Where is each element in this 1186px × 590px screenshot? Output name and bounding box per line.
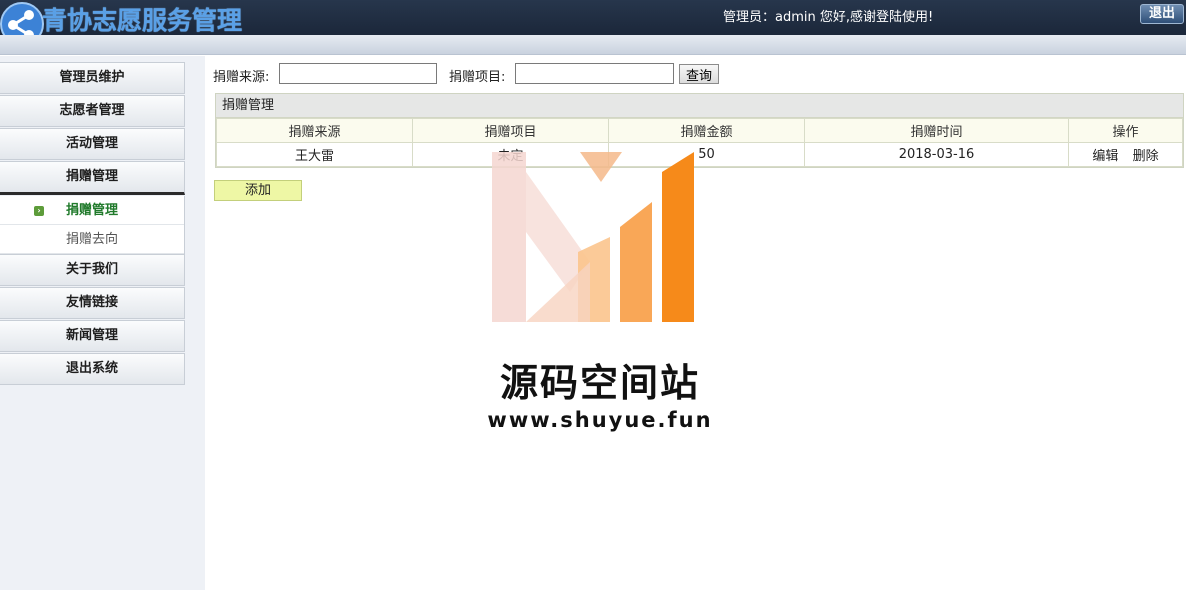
column-header: 捐赠来源 [216,118,413,143]
table-header-row: 捐赠来源 捐赠项目 捐赠金额 捐赠时间 操作 [216,118,1183,143]
sidebar-item-donations[interactable]: 捐赠管理 [0,161,185,195]
column-header: 捐赠金额 [608,118,805,143]
watermark: 源码空间站 www.shuyue.fun [480,152,720,442]
source-input[interactable] [279,63,437,84]
sidebar-item-links[interactable]: 友情链接 [0,287,185,319]
cell-actions: 编辑 删除 [1068,142,1183,167]
submenu-item-donation-destination[interactable]: 捐赠去向 [0,225,184,254]
submenu-item-donation-management[interactable]: › 捐赠管理 [0,196,184,225]
cell-source: 王大雷 [216,142,413,167]
sidebar-item-volunteers[interactable]: 志愿者管理 [0,95,185,127]
arrow-bullet-icon: › [34,206,44,216]
watermark-title: 源码空间站 [499,361,700,405]
welcome-message: 管理员：admin 您好,感谢登陆使用! [723,10,934,25]
top-header: 青协志愿服务管理 管理员：admin 您好,感谢登陆使用! 退出 [0,0,1186,46]
panel-title: 捐赠管理 [216,94,1183,118]
sidebar: 管理员维护 志愿者管理 活动管理 捐赠管理 › 捐赠管理 捐赠去向 关于我们 友… [0,56,205,590]
submenu-label: 捐赠去向 [65,232,118,247]
column-header: 捐赠时间 [804,118,1069,143]
sidebar-item-about[interactable]: 关于我们 [0,254,185,286]
query-button[interactable]: 查询 [679,64,719,84]
cell-date: 2018-03-16 [804,142,1069,167]
sidebar-item-exit[interactable]: 退出系统 [0,353,185,385]
project-label: 捐赠项目: [449,70,506,85]
submenu-label: 捐赠管理 [65,203,118,218]
delete-link[interactable]: 删除 [1133,149,1159,164]
logout-button[interactable]: 退出 [1140,4,1184,24]
project-input[interactable] [515,63,674,84]
watermark-logo-icon [492,152,694,322]
add-button[interactable]: 添加 [214,180,302,201]
edit-link[interactable]: 编辑 [1092,149,1118,164]
watermark-url: www.shuyue.fun [487,408,713,432]
column-header: 捐赠项目 [412,118,609,143]
sidebar-menu: 管理员维护 志愿者管理 活动管理 捐赠管理 › 捐赠管理 捐赠去向 关于我们 友… [0,62,185,386]
sidebar-item-news[interactable]: 新闻管理 [0,320,185,352]
sidebar-item-activities[interactable]: 活动管理 [0,128,185,160]
sidebar-item-admin[interactable]: 管理员维护 [0,62,185,94]
donation-submenu: › 捐赠管理 捐赠去向 [0,196,185,254]
app-title: 青协志愿服务管理 [42,6,243,35]
source-label: 捐赠来源: [213,70,270,85]
header-subbar [0,35,1186,55]
column-header: 操作 [1068,118,1183,143]
